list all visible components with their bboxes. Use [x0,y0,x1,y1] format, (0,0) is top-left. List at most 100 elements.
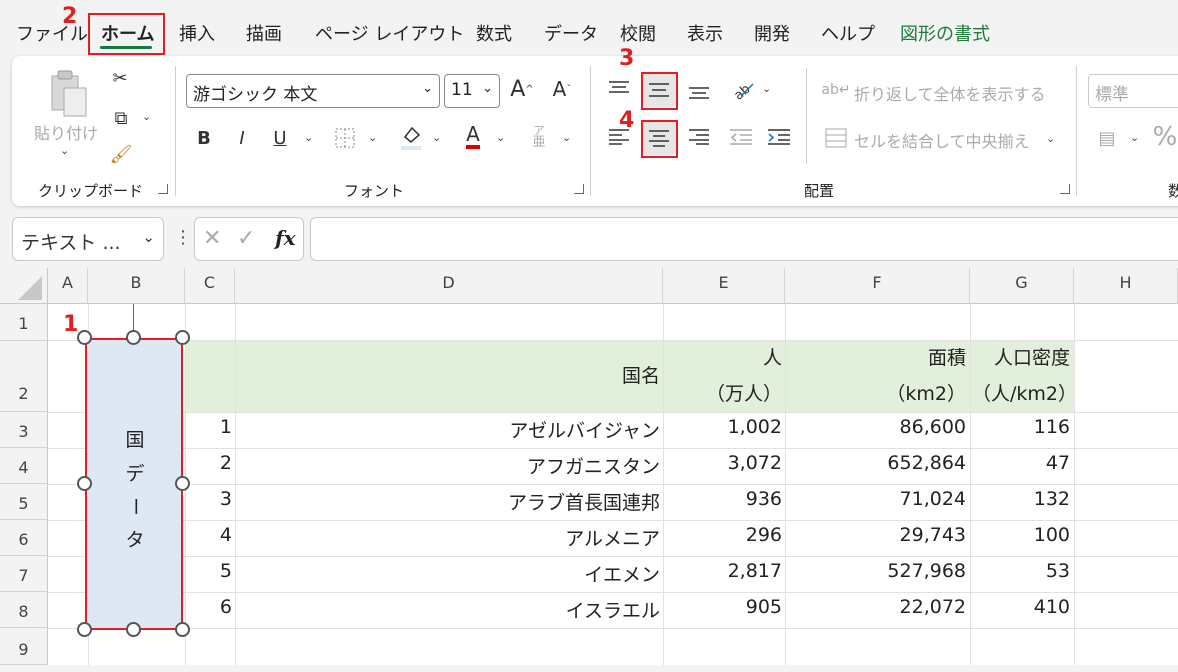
cell-number[interactable]: 4 [188,524,232,546]
cell-area[interactable]: 71,024 [790,488,966,510]
decrease-indent-button[interactable] [728,124,754,150]
cell-number[interactable]: 5 [188,560,232,582]
cell-density[interactable]: 53 [972,560,1070,582]
select-all-corner[interactable] [0,268,48,304]
underline-button[interactable]: U [268,124,292,152]
name-box[interactable]: テキスト ... ⌄ [12,217,164,261]
column-header-g[interactable]: G [970,268,1074,304]
tab-draw[interactable]: 描画 [246,20,282,46]
cell-density[interactable]: 47 [972,452,1070,474]
cell-area[interactable]: 22,072 [790,596,966,618]
resize-handle-right[interactable] [175,476,190,491]
font-launcher-icon[interactable] [574,184,584,194]
phonetic-dropdown-icon[interactable]: ⌄ [562,131,571,144]
column-header-d[interactable]: D [235,268,663,304]
column-header-b[interactable]: B [88,268,185,304]
column-header-c[interactable]: C [185,268,235,304]
row-header-8[interactable]: 8 [0,592,48,628]
cancel-icon[interactable]: ✕ [203,226,221,251]
increase-indent-button[interactable] [766,124,792,150]
copy-button[interactable]: ⧉ [106,104,136,132]
border-button[interactable] [332,124,358,152]
cut-button[interactable]: ✂ [106,64,134,92]
tab-data[interactable]: データ [544,20,598,46]
cell-country-name[interactable]: イスラエル [240,596,660,623]
more-options-icon[interactable]: ⋮ [174,227,192,248]
top-align-button[interactable] [606,76,632,102]
merge-center-button[interactable]: セルを結合して中央揃え [854,128,1030,152]
cell-population[interactable]: 3,072 [668,452,782,474]
cell-population[interactable]: 2,817 [668,560,782,582]
font-color-dropdown-icon[interactable]: ⌄ [496,131,505,144]
cell-area[interactable]: 527,968 [790,560,966,582]
font-color-button[interactable]: A [460,120,486,152]
cell-population[interactable]: 936 [668,488,782,510]
border-dropdown-icon[interactable]: ⌄ [368,131,377,144]
italic-button[interactable]: I [230,124,254,152]
cell-area[interactable]: 86,600 [790,416,966,438]
underline-dropdown-icon[interactable]: ⌄ [304,131,313,144]
resize-handle-top-right[interactable] [175,330,190,345]
row-header-4[interactable]: 4 [0,448,48,484]
row-header-2[interactable]: 2 [0,341,48,412]
font-size-select[interactable]: 11 ⌄ [444,74,500,108]
resize-handle-top-left[interactable] [77,330,92,345]
cell-number[interactable]: 2 [188,452,232,474]
fill-color-button[interactable] [398,122,424,152]
percent-button[interactable]: % [1152,122,1178,152]
insert-function-icon[interactable]: fx [275,226,296,250]
cell-population[interactable]: 905 [668,596,782,618]
column-header-e[interactable]: E [663,268,785,304]
merge-dropdown-icon[interactable]: ⌄ [1046,132,1055,145]
cell-population[interactable]: 1,002 [668,416,782,438]
font-name-select[interactable]: 游ゴシック 本文 ⌄ [186,74,440,108]
tab-insert[interactable]: 挿入 [179,20,215,46]
orientation-dropdown-icon[interactable]: ⌄ [762,82,771,95]
tab-developer[interactable]: 開発 [754,20,790,46]
phonetic-button[interactable]: ア 亜 [528,122,550,152]
fill-color-dropdown-icon[interactable]: ⌄ [432,131,441,144]
bottom-align-button[interactable] [686,78,712,104]
tab-shape-format[interactable]: 図形の書式 [900,20,990,46]
row-header-7[interactable]: 7 [0,556,48,592]
cell-area[interactable]: 29,743 [790,524,966,546]
cell-number[interactable]: 1 [188,416,232,438]
align-right-button[interactable] [686,124,712,150]
resize-handle-left[interactable] [77,476,92,491]
accounting-format-button[interactable]: ▤ [1092,124,1122,152]
wrap-text-button[interactable]: 折り返して全体を表示する [854,81,1046,105]
cell-density[interactable]: 100 [972,524,1070,546]
cell-number[interactable]: 3 [188,488,232,510]
cell-density[interactable]: 132 [972,488,1070,510]
enter-icon[interactable]: ✓ [237,226,255,251]
cell-country-name[interactable]: アゼルバイジャン [240,416,660,443]
row-header-1[interactable]: 1 [0,304,48,341]
cell-area[interactable]: 652,864 [790,452,966,474]
tab-page-layout[interactable]: ページ レイアウト [315,20,464,46]
row-header-6[interactable]: 6 [0,520,48,556]
copy-dropdown-icon[interactable]: ⌄ [142,110,151,123]
tab-formulas[interactable]: 数式 [476,20,512,46]
bold-button[interactable]: B [192,124,216,152]
tab-help[interactable]: ヘルプ [821,20,875,46]
paste-button[interactable] [48,68,92,120]
paste-dropdown-icon[interactable]: ⌄ [60,144,69,157]
column-header-f[interactable]: F [785,268,970,304]
text-box-shape[interactable]: 国 デ ー タ [85,338,183,630]
resize-handle-bottom-left[interactable] [77,622,92,637]
cell-country-name[interactable]: アフガニスタン [240,452,660,479]
resize-handle-top[interactable] [126,330,141,345]
accounting-dropdown-icon[interactable]: ⌄ [1130,131,1139,144]
row-header-5[interactable]: 5 [0,484,48,520]
cell-density[interactable]: 116 [972,416,1070,438]
tab-review[interactable]: 校閲 [620,20,656,46]
resize-handle-bottom[interactable] [126,622,141,637]
column-header-h[interactable]: H [1074,268,1178,304]
shrink-font-button[interactable]: Aˇ [548,72,576,106]
cell-country-name[interactable]: アラブ首長国連邦 [240,488,660,515]
row-header-9[interactable]: 9 [0,628,48,665]
format-painter-button[interactable]: 🖌 [106,140,136,168]
cell-country-name[interactable]: イエメン [240,560,660,587]
resize-handle-bottom-right[interactable] [175,622,190,637]
number-format-select[interactable]: 標準 [1088,74,1178,108]
